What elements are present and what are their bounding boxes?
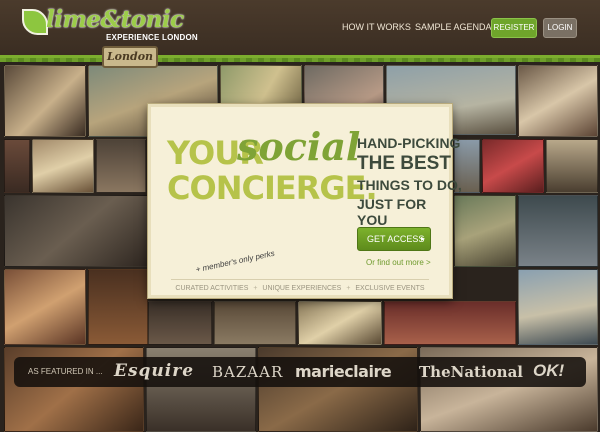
hero-card: YOUR social CONCIERGE. HAND-PICKING THE … [148, 104, 462, 298]
chevron-right-icon: ▸ [420, 234, 425, 243]
city-badge[interactable]: London [102, 46, 158, 68]
logo-subtitle: EXPERIENCE LONDON [106, 33, 198, 42]
tagline-line-2: THE BEST [357, 153, 451, 174]
photo-tile [546, 139, 598, 193]
press-logo-ok: OK! [533, 361, 565, 380]
feature-item: EXCLUSIVE EVENTS [355, 285, 425, 292]
photo-tile [482, 139, 544, 193]
lime-leaf-icon [22, 9, 48, 35]
register-button[interactable]: REGISTER [491, 18, 537, 38]
photo-tile [454, 195, 516, 267]
feature-list: CURATED ACTIVITIES + UNIQUE EXPERIENCES … [151, 285, 449, 292]
logo-wordmark: lime&tonic [46, 6, 184, 33]
get-access-label: GET ACCESS [367, 234, 425, 244]
photo-tile [214, 301, 296, 345]
photo-tile [32, 139, 94, 193]
as-featured-bar: AS FEATURED IN ... Esquire BAZAAR mariec… [14, 357, 586, 387]
tagline-line-1: HAND-PICKING [357, 135, 461, 151]
feature-item: UNIQUE EXPERIENCES [262, 285, 342, 292]
headline-concierge: CONCIERGE. [167, 169, 378, 207]
press-logo-the-national: TheNational [419, 363, 523, 381]
photo-tile [4, 269, 86, 345]
photo-tile [298, 301, 382, 345]
photo-tile [4, 195, 148, 267]
find-out-more-link[interactable]: Or find out more > [366, 258, 431, 267]
photo-tile [518, 195, 598, 267]
nav-how-it-works[interactable]: HOW IT WORKS [342, 22, 411, 32]
headline-social: social [237, 124, 361, 169]
feature-item: CURATED ACTIVITIES [175, 285, 249, 292]
card-divider [171, 279, 429, 280]
members-only-note: + member's only perks [194, 248, 276, 275]
feature-bullet: + [346, 285, 351, 292]
login-button[interactable]: LOGIN [543, 18, 577, 38]
featured-label: AS FEATURED IN ... [28, 367, 103, 376]
photo-tile [4, 65, 86, 137]
site-logo[interactable]: lime&tonic EXPERIENCE LONDON [22, 6, 198, 52]
photo-tile [4, 139, 30, 193]
nav-sample-agenda[interactable]: SAMPLE AGENDA [415, 22, 492, 32]
tagline-line-4: JUST FOR YOU [357, 196, 427, 228]
photo-tile [88, 269, 148, 345]
photo-tile [518, 269, 598, 345]
tagline-line-3: THINGS TO DO, [357, 177, 462, 193]
feature-bullet: + [253, 285, 258, 292]
photo-tile [518, 65, 598, 137]
get-access-button[interactable]: GET ACCESS ▸ [357, 227, 431, 251]
press-logo-esquire: Esquire [114, 361, 195, 381]
site-header: lime&tonic EXPERIENCE LONDON HOW IT WORK… [0, 0, 600, 62]
photo-tile [384, 301, 516, 345]
photo-tile [148, 301, 212, 345]
press-logo-marieclaire: marieclaire [295, 362, 392, 381]
press-logo-bazaar: BAZAAR [212, 363, 284, 381]
photo-tile [96, 139, 146, 193]
